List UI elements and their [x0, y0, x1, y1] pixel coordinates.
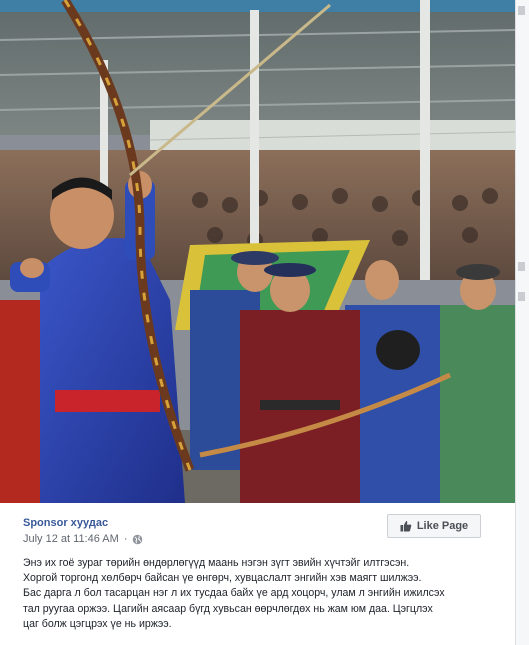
caption-line: цаг болж цэгцрэх үе нь иржээ. [23, 617, 172, 630]
caption-line: Энэ их гоё зураг төрийн өндөрлөгүүд маан… [23, 557, 410, 569]
globe-icon[interactable] [132, 534, 143, 545]
post-header: Sponsor хуудас July 12 at 11:46 AM · Lik… [0, 503, 515, 555]
sidebar-strip [516, 0, 529, 645]
post-meta: July 12 at 11:46 AM · [23, 533, 143, 545]
strip-marker [518, 292, 525, 301]
post-photo[interactable] [0, 0, 515, 503]
like-page-label: Like Page [416, 520, 469, 532]
strip-marker [518, 262, 525, 271]
thumbs-up-icon [400, 521, 412, 532]
caption-line: Хоргой торгонд хөлбөрч байсан үе өнгөрч,… [23, 572, 422, 585]
caption-line: тал руугаа оржээ. Цагийн аясаар бүгд хув… [23, 602, 433, 615]
like-page-button[interactable]: Like Page [387, 514, 481, 538]
strip-marker [518, 6, 525, 15]
archery-photo-illustration [0, 0, 515, 503]
post-caption: Энэ их гоё зураг төрийн өндөрлөгүүд маан… [23, 556, 503, 632]
caption-line: Бас дарга л бол тасарцан нэг л их тусдаа… [23, 587, 445, 600]
post-timestamp[interactable]: July 12 at 11:46 AM [23, 533, 119, 545]
page-name-link[interactable]: Sponsor хуудас [23, 517, 108, 529]
facebook-post-card: Sponsor хуудас July 12 at 11:46 AM · Lik… [0, 0, 516, 645]
meta-separator: · [123, 533, 128, 545]
